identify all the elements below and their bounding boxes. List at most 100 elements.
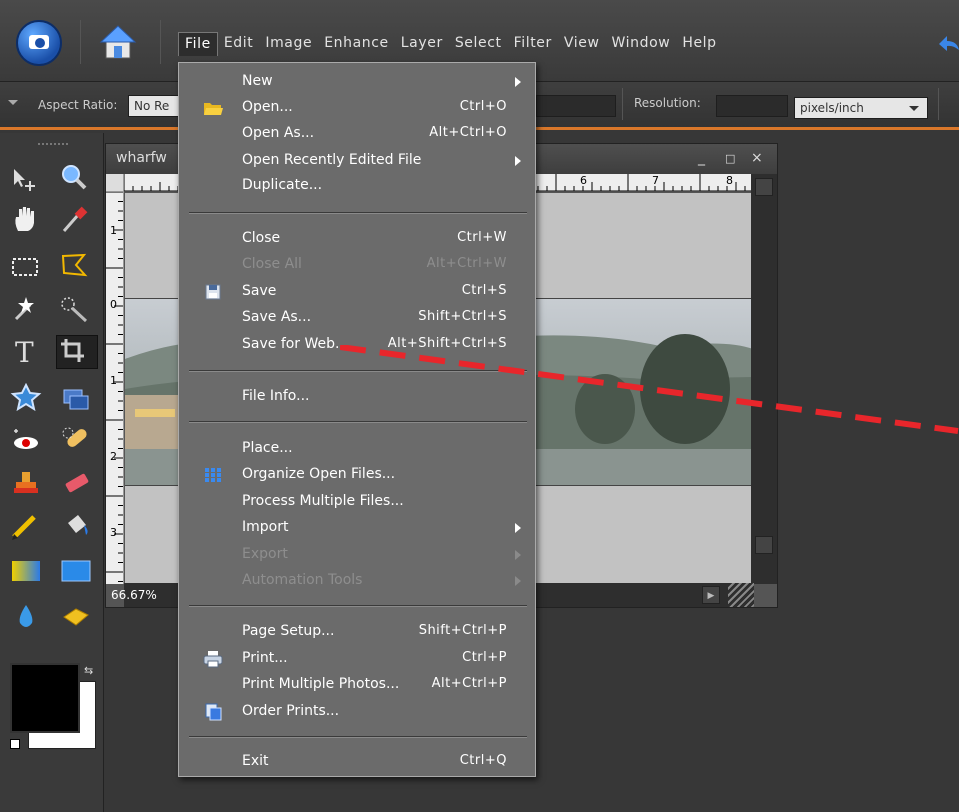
menu-item-file-info[interactable]: File Info... [179,384,535,410]
menu-item-label: Duplicate... [242,177,323,193]
shape-tool-icon[interactable] [60,557,96,587]
move-tool-icon[interactable] [10,165,46,195]
crop-tool-icon[interactable] [56,335,98,369]
separator [80,20,81,64]
menu-separator [189,736,527,738]
resolution-field[interactable] [716,95,788,117]
menu-select[interactable]: Select [449,32,508,56]
healing-brush-tool-icon[interactable] [60,425,96,455]
menu-item-label: Automation Tools [242,572,363,588]
text-tool-icon[interactable]: T [10,336,46,369]
menu-item-open[interactable]: Open... Ctrl+O [179,95,535,121]
menu-item-exit[interactable]: Exit Ctrl+Q [179,749,535,775]
document-title: wharfw [116,150,167,166]
ruler-number: 3 [110,526,117,539]
blur-tool-icon[interactable] [10,603,46,633]
eyedropper-tool-icon[interactable] [58,205,94,235]
swap-colors-icon[interactable]: ⇆ [84,665,96,677]
chevron-down-icon [909,106,919,111]
menu-item-shortcut: Alt+Ctrl+W [426,256,507,271]
separator [938,88,939,120]
menu-item-shortcut: Alt+Shift+Ctrl+S [387,336,507,351]
lasso-tool-icon[interactable] [58,251,94,281]
maximize-icon[interactable]: □ [725,152,735,165]
menu-image[interactable]: Image [259,32,318,56]
zoom-tool-icon[interactable] [58,163,94,193]
menu-item-page-setup[interactable]: Page Setup... Shift+Ctrl+P [179,619,535,645]
menu-item-duplicate[interactable]: Duplicate... [179,173,535,199]
clone-stamp-tool-icon[interactable] [10,469,46,499]
scroll-right-icon[interactable]: ▶ [702,586,720,604]
menu-item-label: Place... [242,440,293,456]
menu-item-print-multiple-photos[interactable]: Print Multiple Photos... Alt+Ctrl+P [179,672,535,698]
menu-help[interactable]: Help [676,32,722,56]
menu-item-save-as[interactable]: Save As... Shift+Ctrl+S [179,305,535,331]
marquee-tool-icon[interactable] [10,253,46,283]
menu-item-shortcut: Ctrl+O [459,99,507,114]
menu-item-place[interactable]: Place... [179,436,535,462]
camera-logo-icon[interactable] [16,20,62,66]
resolution-unit-select[interactable]: pixels/inch [794,97,928,119]
cookie-cutter-tool-icon[interactable] [10,382,46,413]
menu-file[interactable]: File [178,32,218,56]
menu-item-label: Open Recently Edited File [242,152,422,168]
menu-filter[interactable]: Filter [508,32,558,56]
menu-item-import[interactable]: Import [179,515,535,541]
menu-item-new[interactable]: New [179,69,535,95]
menu-item-save-for-web[interactable]: Save for Web... Alt+Shift+Ctrl+S [179,332,535,358]
menu-bar: File Edit Image Enhance Layer Select Fil… [178,32,723,56]
scroll-down-icon[interactable] [755,536,773,554]
menu-item-label: Open... [242,99,293,115]
menu-item-print[interactable]: Print... Ctrl+P [179,646,535,672]
ruler-origin[interactable] [106,174,124,192]
menu-item-open-recently-edited[interactable]: Open Recently Edited File [179,148,535,174]
menu-item-save[interactable]: Save Ctrl+S [179,279,535,305]
menu-enhance[interactable]: Enhance [318,32,395,56]
red-eye-tool-icon[interactable] [10,427,46,457]
paint-bucket-tool-icon[interactable] [60,513,96,543]
quick-selection-tool-icon[interactable] [58,295,94,325]
menu-layer[interactable]: Layer [395,32,449,56]
menu-window[interactable]: Window [606,32,677,56]
separator [622,88,623,120]
default-colors-icon[interactable] [10,739,20,749]
sponge-tool-icon[interactable] [60,603,96,633]
pencil-tool-icon[interactable] [10,513,46,543]
menu-item-label: Export [242,546,288,562]
close-icon[interactable]: × [751,150,763,166]
eraser-tool-icon[interactable] [60,469,96,499]
gradient-tool-icon[interactable] [10,557,46,587]
home-icon[interactable] [98,22,138,62]
foreground-color-swatch[interactable] [10,663,80,733]
submenu-arrow-icon [515,523,521,533]
menu-item-label: Organize Open Files... [242,466,396,482]
menu-item-close[interactable]: Close Ctrl+W [179,226,535,252]
menu-item-label: Close [242,230,281,246]
menu-edit[interactable]: Edit [218,32,260,56]
menu-separator [189,370,527,372]
menu-separator [189,212,527,214]
menu-separator [189,421,527,423]
resize-grip-icon[interactable] [728,583,754,607]
options-collapse-icon[interactable] [8,100,18,105]
vertical-scrollbar[interactable] [751,174,777,584]
menu-item-label: Print... [242,650,288,666]
menu-view[interactable]: View [558,32,606,56]
magic-wand-tool-icon[interactable] [10,295,46,325]
undo-arrow-icon[interactable] [935,32,959,54]
hand-tool-icon[interactable] [10,205,46,235]
menu-item-shortcut: Shift+Ctrl+P [418,623,507,638]
menu-item-order-prints[interactable]: Order Prints... [179,699,535,725]
menu-item-open-as[interactable]: Open As... Alt+Ctrl+O [179,121,535,147]
submenu-arrow-icon [515,576,521,586]
minimize-icon[interactable]: _ [698,150,705,166]
ruler-number: 6 [580,174,587,187]
menu-item-organize-open-files[interactable]: Organize Open Files... [179,462,535,488]
menu-item-process-multiple-files[interactable]: Process Multiple Files... [179,489,535,515]
aspect-ratio-select[interactable]: No Re [128,95,180,117]
menu-item-label: Page Setup... [242,623,335,639]
menu-item-close-all: Close All Alt+Ctrl+W [179,252,535,278]
straighten-tool-icon[interactable] [60,385,96,415]
scroll-up-icon[interactable] [755,178,773,196]
height-field[interactable] [536,95,616,117]
